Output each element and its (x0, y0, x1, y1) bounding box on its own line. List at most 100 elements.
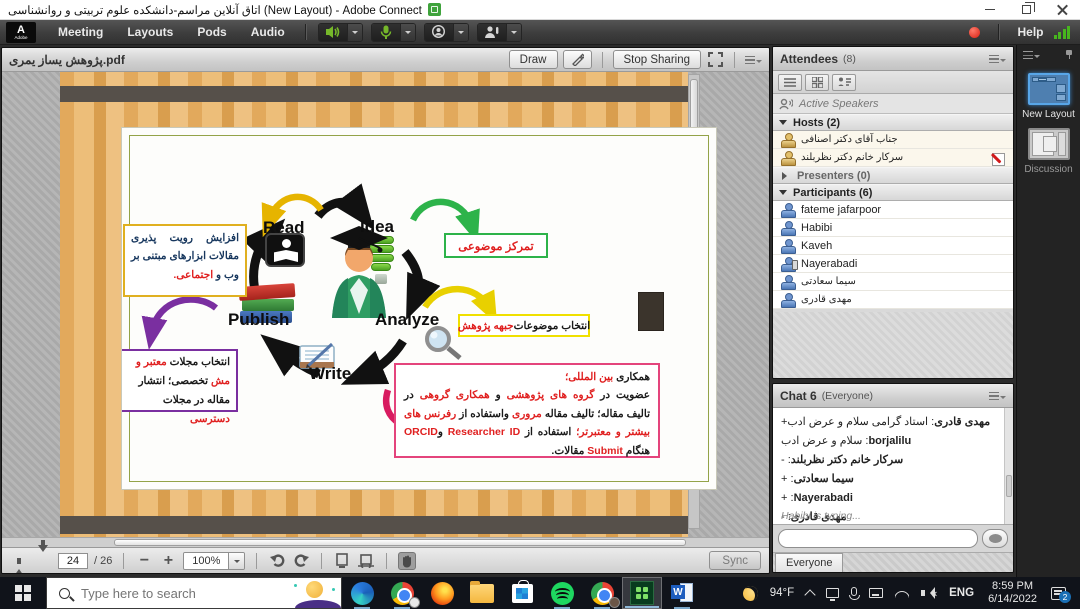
keyboard-icon[interactable] (863, 577, 889, 609)
microphone-icon[interactable] (372, 24, 400, 41)
layout-item-new-layout[interactable]: New Layout (1017, 73, 1080, 120)
clock[interactable]: 8:59 PM 6/14/2022 (980, 580, 1045, 606)
wifi-icon[interactable] (889, 577, 915, 609)
taskbar-app-chrome[interactable] (382, 577, 422, 609)
raise-hand-status-icon[interactable] (478, 24, 506, 41)
page-down-button[interactable] (34, 552, 52, 570)
shared-document-area[interactable]: Read Idea Analyze Write Publish (2, 72, 769, 537)
chat-scrollbar[interactable] (1004, 408, 1013, 524)
layout-item-discussion[interactable]: Discussion (1017, 128, 1080, 175)
maximize-button[interactable] (1008, 0, 1044, 19)
attendee-row-host[interactable]: سرکار خانم دکتر نظربلند (773, 149, 1013, 167)
language-indicator[interactable]: ENG (943, 577, 980, 609)
layout-thumbnail[interactable] (1028, 73, 1070, 105)
taskbar-app-chrome-2[interactable] (582, 577, 622, 609)
taskbar-app-firefox[interactable] (422, 577, 462, 609)
stop-sharing-button[interactable]: Stop Sharing (613, 50, 702, 69)
volume-muted-icon[interactable]: × (915, 577, 943, 609)
chat-message-input[interactable] (778, 529, 978, 548)
send-message-button[interactable] (982, 529, 1008, 548)
weather-temperature[interactable]: 94°F (764, 577, 800, 609)
speaker-dropdown[interactable] (347, 24, 362, 41)
attendee-row[interactable]: fateme jafarpoor (773, 201, 1013, 219)
page-up-button[interactable] (10, 552, 28, 570)
status-dropdown[interactable] (506, 24, 521, 41)
attendee-row[interactable]: Nayerabadi (773, 255, 1013, 273)
pin-icon[interactable] (1064, 49, 1074, 59)
sync-button[interactable]: Sync (709, 551, 761, 570)
menu-pods[interactable]: Pods (185, 25, 238, 39)
document-top-band (60, 86, 688, 102)
status-button-group[interactable] (477, 23, 522, 42)
attendee-row[interactable]: Kaveh (773, 237, 1013, 255)
menu-meeting[interactable]: Meeting (46, 25, 115, 39)
attendee-row[interactable]: Habibi (773, 219, 1013, 237)
display-icon[interactable] (820, 577, 845, 609)
fit-width-button[interactable] (357, 552, 375, 570)
chat-messages-area[interactable]: مهدی قادری: استاد گرامی سلام و عرض ادب+ … (773, 408, 1013, 525)
horizontal-scrollbar[interactable] (2, 537, 769, 547)
taskbar-app-edge[interactable] (342, 577, 382, 609)
participants-group-header[interactable]: Participants (6) (773, 184, 1013, 201)
menu-layouts[interactable]: Layouts (115, 25, 185, 39)
speaker-icon[interactable] (319, 24, 347, 41)
microphone-button-group[interactable] (371, 23, 416, 42)
attendee-row-host[interactable]: جناب آقای دکتر اصنافی (773, 131, 1013, 149)
menu-help[interactable]: Help (1007, 25, 1053, 39)
share-pod-options-menu[interactable] (745, 54, 762, 66)
microphone-tray-icon[interactable] (845, 577, 863, 609)
taskbar-app-store[interactable] (502, 577, 542, 609)
zoom-dropdown-arrow[interactable] (228, 553, 244, 569)
fit-page-button[interactable] (333, 552, 351, 570)
taskbar-app-word[interactable]: W (662, 577, 702, 609)
webcam-icon[interactable] (425, 24, 453, 41)
chat-scrollbar-thumb[interactable] (1006, 475, 1012, 497)
layouts-options-menu[interactable] (1023, 49, 1040, 61)
attendee-row[interactable]: مهدی قادری (773, 291, 1013, 309)
window-titlebar: اتاق آنلاین مراسم-دانشکده علوم تربیتی و … (0, 0, 1080, 20)
topics-box: انتخاب موضوعات جبهه پژوهش (458, 314, 590, 337)
attendees-pod: Attendees (8) Active Speakers (772, 46, 1014, 379)
taskbar-app-explorer[interactable] (462, 577, 502, 609)
presenters-group-header[interactable]: Presenters (0) (773, 167, 1013, 184)
grid-view-button[interactable] (805, 74, 829, 91)
hosts-group-header[interactable]: Hosts (2) (773, 114, 1013, 131)
recording-indicator[interactable] (969, 27, 980, 38)
speaker-button-group[interactable] (318, 23, 363, 42)
firefox-icon (431, 582, 454, 605)
chat-options-menu[interactable] (989, 390, 1006, 402)
tab-everyone[interactable]: Everyone (775, 553, 843, 572)
webcam-button-group[interactable] (424, 23, 469, 42)
minimize-button[interactable] (972, 0, 1008, 19)
taskbar-app-adobe-connect[interactable] (622, 577, 662, 609)
close-button[interactable] (1044, 0, 1080, 19)
horizontal-scrollbar-thumb[interactable] (114, 539, 686, 546)
attendee-row[interactable]: سیما سعادتی (773, 273, 1013, 291)
taskbar-search[interactable] (46, 577, 342, 609)
chat-title: Chat 6 (780, 389, 817, 403)
tray-overflow-chevron[interactable] (800, 577, 820, 609)
microphone-dropdown[interactable] (400, 24, 415, 41)
notification-center[interactable]: 2 (1045, 577, 1080, 609)
page-number-input[interactable] (58, 553, 88, 569)
webcam-dropdown[interactable] (453, 24, 468, 41)
fullscreen-icon[interactable] (706, 51, 724, 69)
zoom-level-select[interactable]: 100% (183, 552, 245, 570)
draw-button[interactable]: Draw (509, 50, 558, 69)
connection-signal-icon[interactable] (1054, 26, 1071, 39)
start-button[interactable] (0, 577, 46, 609)
attendees-count: (8) (843, 53, 856, 65)
pan-hand-tool-button[interactable] (398, 552, 416, 570)
taskbar-app-spotify[interactable] (542, 577, 582, 609)
status-view-button[interactable] (832, 74, 856, 91)
pointer-pen-button[interactable] (563, 50, 592, 69)
zoom-in-button[interactable]: + (159, 552, 177, 570)
weather-moon-icon[interactable] (737, 577, 764, 609)
menu-audio[interactable]: Audio (239, 25, 297, 39)
redo-button[interactable] (292, 552, 310, 570)
attendees-options-menu[interactable] (989, 53, 1006, 65)
zoom-out-button[interactable]: − (135, 552, 153, 570)
undo-button[interactable] (268, 552, 286, 570)
layout-thumbnail[interactable] (1028, 128, 1070, 160)
list-view-button[interactable] (778, 74, 802, 91)
